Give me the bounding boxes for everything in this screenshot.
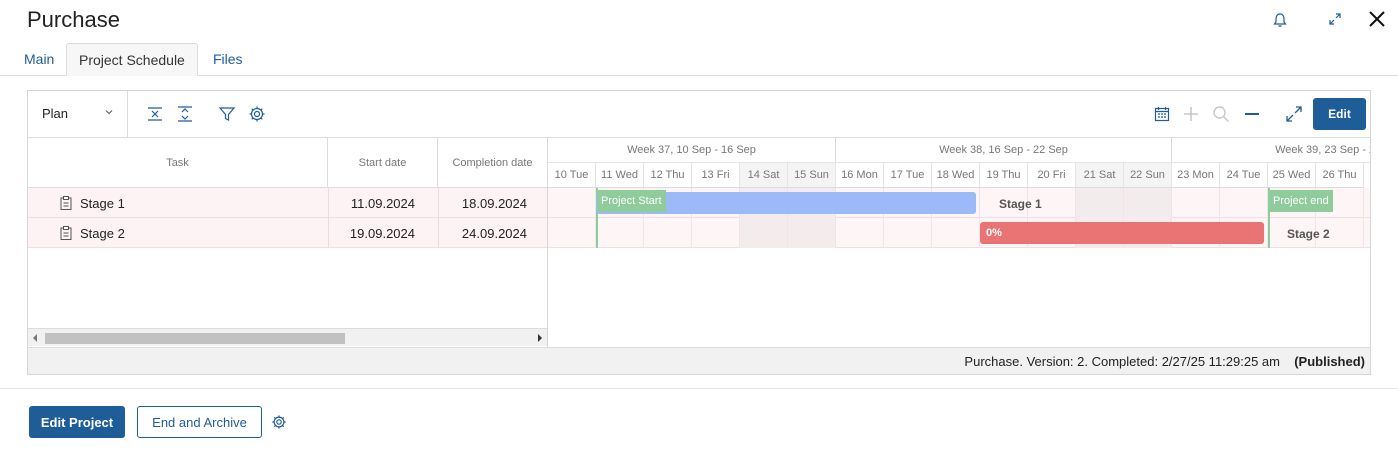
start-date-cell: 19.09.2024 xyxy=(349,226,415,241)
gantt-chart: Week 37, 10 Sep - 16 Sep Week 38, 16 Sep … xyxy=(548,138,1370,346)
view-select[interactable]: Plan xyxy=(28,91,128,137)
column-header-completion-date[interactable]: Completion date xyxy=(438,138,548,188)
column-header-task[interactable]: Task xyxy=(28,138,328,188)
start-date-cell: 11.09.2024 xyxy=(350,196,415,211)
edit-project-button[interactable]: Edit Project xyxy=(29,406,125,438)
day-header: 17 Tue xyxy=(884,163,932,188)
horizontal-scrollbar[interactable] xyxy=(28,328,547,346)
published-badge: (Published) xyxy=(1294,354,1365,369)
expand-all-icon[interactable] xyxy=(174,103,196,125)
day-header: 14 Sat xyxy=(740,163,788,188)
expand-icon[interactable] xyxy=(1326,10,1344,28)
day-header: 12 Thu xyxy=(644,163,692,188)
tab-project-schedule[interactable]: Project Schedule xyxy=(66,43,198,76)
task-grid: Task Start date Completion date Stage 1 … xyxy=(28,138,548,374)
table-row[interactable]: Stage 2 19.09.2024 24.09.2024 xyxy=(28,218,547,248)
completion-date-cell: 24.09.2024 xyxy=(461,226,527,241)
day-header: 22 Sun xyxy=(1124,163,1172,188)
completion-date-cell: 18.09.2024 xyxy=(461,196,527,211)
day-header: 16 Mon xyxy=(836,163,884,188)
week-header: Week 39, 23 Sep - 29 Sep xyxy=(1172,138,1370,163)
scroll-left-icon[interactable] xyxy=(32,334,38,342)
end-and-archive-button[interactable]: End and Archive xyxy=(137,406,262,438)
day-header: 26 Thu xyxy=(1316,163,1364,188)
version-text: Purchase. Version: 2. Completed: 2/27/25… xyxy=(964,354,1280,369)
day-header: 10 Tue xyxy=(548,163,596,188)
edit-button[interactable]: Edit xyxy=(1313,98,1366,130)
day-header: 24 Tue xyxy=(1220,163,1268,188)
settings-icon[interactable] xyxy=(270,413,288,431)
task-name: Stage 1 xyxy=(80,196,125,211)
day-header: 18 Wed xyxy=(932,163,980,188)
table-row[interactable]: Stage 1 11.09.2024 18.09.2024 xyxy=(28,188,547,218)
close-icon[interactable] xyxy=(1366,8,1388,30)
bell-icon[interactable] xyxy=(1270,10,1290,30)
calendar-icon[interactable] xyxy=(1152,104,1172,124)
footer-divider xyxy=(0,388,1398,389)
week-header: Week 38, 16 Sep - 22 Sep xyxy=(836,138,1172,163)
page-title: Purchase xyxy=(27,7,120,32)
column-header-start-date[interactable]: Start date xyxy=(328,138,438,188)
status-bar: Purchase. Version: 2. Completed: 2/27/25… xyxy=(28,347,1370,374)
gantt-panel: Plan Edit Task Start date Completion dat… xyxy=(27,90,1371,375)
day-header: 13 Fri xyxy=(692,163,740,188)
day-header: 11 Wed xyxy=(596,163,644,188)
day-header: 25 Wed xyxy=(1268,163,1316,188)
view-select-value: Plan xyxy=(42,106,69,121)
scrollbar-thumb[interactable] xyxy=(45,333,345,344)
clipboard-icon xyxy=(59,196,73,210)
collapse-all-icon[interactable] xyxy=(144,103,166,125)
gantt-toolbar: Plan Edit xyxy=(28,91,1370,138)
day-header: 23 Mon xyxy=(1172,163,1220,188)
day-column xyxy=(548,188,596,248)
zoom-icon[interactable] xyxy=(1211,104,1231,124)
milestone-label[interactable]: Project Start xyxy=(597,190,666,212)
scroll-right-icon[interactable] xyxy=(537,334,543,342)
day-header: 20 Fri xyxy=(1028,163,1076,188)
tab-bar: Main Project Schedule Files xyxy=(0,43,1398,76)
settings-icon[interactable] xyxy=(246,103,268,125)
task-bar[interactable]: 0% xyxy=(980,222,1264,244)
minus-icon[interactable] xyxy=(1242,104,1262,124)
fullscreen-icon[interactable] xyxy=(1284,104,1304,124)
task-name: Stage 2 xyxy=(80,226,125,241)
chevron-down-icon xyxy=(105,110,113,115)
week-header: Week 37, 10 Sep - 16 Sep xyxy=(548,138,836,163)
day-header: 19 Thu xyxy=(980,163,1028,188)
clipboard-icon xyxy=(59,226,73,240)
tab-files[interactable]: Files xyxy=(201,43,255,76)
day-header: 21 Sat xyxy=(1076,163,1124,188)
filter-icon[interactable] xyxy=(216,103,238,125)
tab-main[interactable]: Main xyxy=(12,43,66,76)
task-bar-label: Stage 2 xyxy=(1287,227,1330,241)
milestone-label[interactable]: Project end xyxy=(1269,190,1333,212)
plus-icon[interactable] xyxy=(1181,104,1201,124)
day-header: 15 Sun xyxy=(788,163,836,188)
task-bar-label: Stage 1 xyxy=(999,197,1042,211)
